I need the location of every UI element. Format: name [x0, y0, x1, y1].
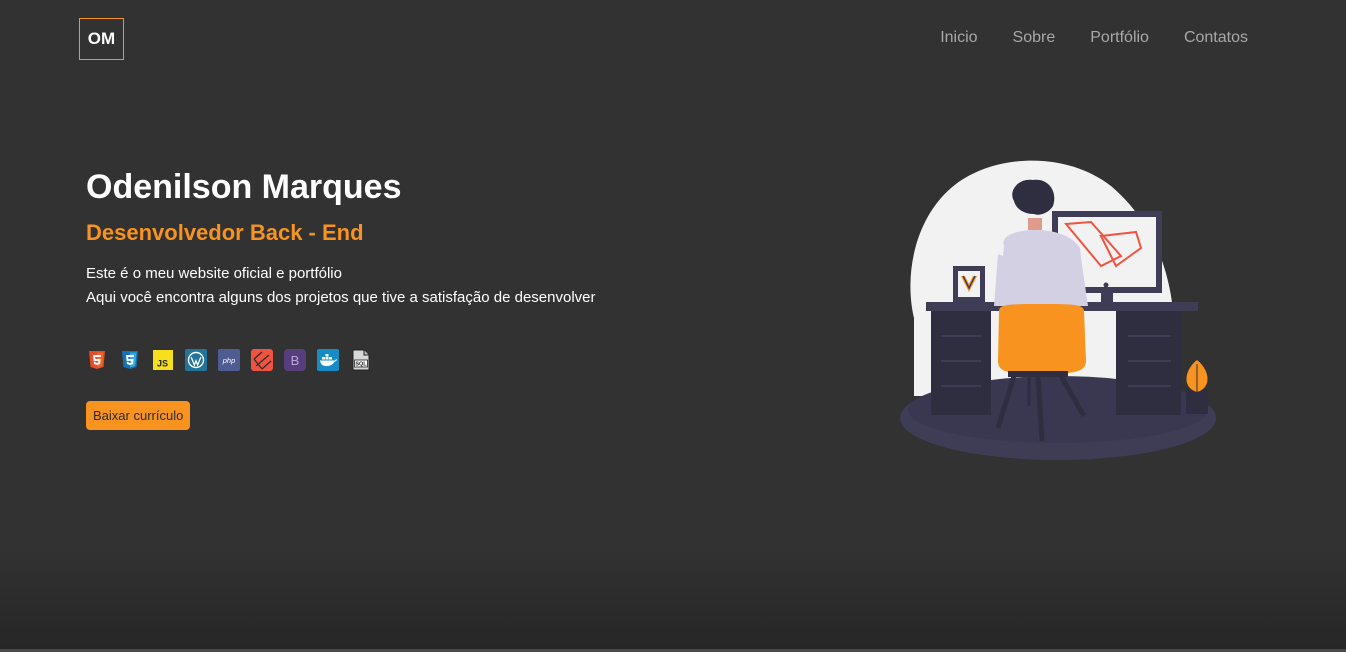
- js-icon-text: JS: [157, 359, 168, 369]
- php-icon: php: [218, 349, 240, 371]
- nav-inicio[interactable]: Inicio: [940, 29, 977, 47]
- bootstrap-icon-text: B: [291, 353, 300, 368]
- javascript-icon: JS: [152, 349, 174, 371]
- nav-sobre[interactable]: Sobre: [1013, 29, 1056, 47]
- hero-name: Odenilson Marques: [86, 168, 402, 206]
- sql-icon: SQL: [350, 349, 372, 371]
- hero-desc-line-1: Este é o meu website oficial e portfólio: [86, 265, 342, 282]
- css3-icon: [119, 349, 141, 371]
- logo[interactable]: OM: [79, 18, 124, 60]
- hero-section: Odenilson Marques Desenvolvedor Back - E…: [86, 168, 686, 430]
- hero-desc-line-2: Aqui você encontra alguns dos projetos q…: [86, 289, 596, 306]
- tech-icons: JS php B SQL: [86, 349, 686, 371]
- nav-contatos[interactable]: Contatos: [1184, 29, 1248, 47]
- sql-icon-text: SQL: [355, 362, 367, 368]
- php-icon-text: php: [222, 356, 236, 365]
- hero-role: Desenvolvedor Back - End: [86, 220, 364, 245]
- bootstrap-icon: B: [284, 349, 306, 371]
- docker-icon: [317, 349, 339, 371]
- wordpress-icon: [185, 349, 207, 371]
- laravel-icon: [251, 349, 273, 371]
- main-nav: Inicio Sobre Portfólio Contatos: [940, 29, 1248, 47]
- html5-icon: [86, 349, 108, 371]
- nav-portfolio[interactable]: Portfólio: [1090, 29, 1149, 47]
- hero-description: Este é o meu website oficial e portfólio…: [86, 262, 686, 310]
- developer-illustration: [896, 156, 1220, 462]
- download-cv-button[interactable]: Baixar currículo: [86, 401, 191, 430]
